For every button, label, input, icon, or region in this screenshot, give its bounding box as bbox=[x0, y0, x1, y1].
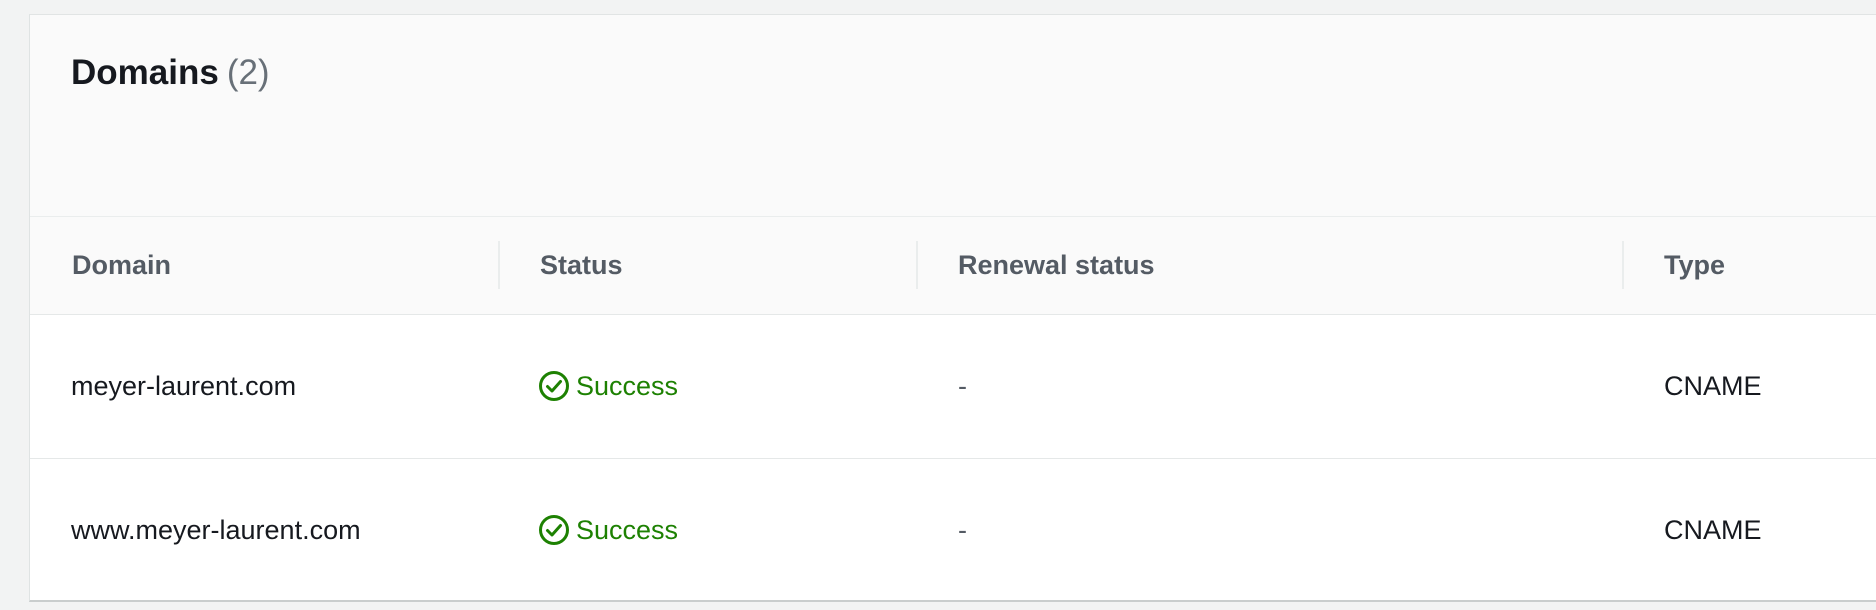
column-resizer[interactable] bbox=[498, 241, 500, 289]
column-header-domain[interactable]: Domain bbox=[72, 217, 171, 314]
check-circle-icon bbox=[539, 370, 569, 401]
renewal-status-cell: - bbox=[958, 515, 967, 545]
column-header-status[interactable]: Status bbox=[540, 217, 623, 314]
status-cell: Success bbox=[538, 459, 679, 600]
domain-cell: meyer-laurent.com bbox=[71, 371, 297, 401]
panel-title-text: Domains bbox=[71, 53, 219, 92]
status-text: Success bbox=[576, 371, 679, 401]
table-row: www.meyer-laurent.com Success - CNAME bbox=[30, 459, 1876, 600]
type-cell: CNAME bbox=[1664, 515, 1762, 545]
table-header: Domain Status Renewal status Type bbox=[30, 217, 1876, 315]
status-cell: Success bbox=[538, 315, 678, 458]
type-cell: CNAME bbox=[1664, 371, 1762, 401]
column-resizer[interactable] bbox=[1622, 241, 1624, 289]
check-circle-icon bbox=[539, 514, 569, 545]
renewal-status-cell: - bbox=[958, 371, 967, 401]
domain-count: (2) bbox=[226, 53, 270, 92]
panel-title: Domains (2) bbox=[71, 53, 270, 93]
status-text: Success bbox=[576, 515, 679, 545]
domain-cell: www.meyer-laurent.com bbox=[71, 515, 361, 545]
table-row: meyer-laurent.com Success - CNAME bbox=[30, 315, 1876, 459]
domains-panel: Domains (2) Domain Status Renewal status … bbox=[29, 14, 1876, 602]
column-resizer[interactable] bbox=[916, 241, 918, 289]
column-header-type[interactable]: Type bbox=[1664, 217, 1725, 314]
column-header-renewal-status[interactable]: Renewal status bbox=[958, 217, 1155, 314]
panel-header: Domains (2) bbox=[30, 15, 1876, 217]
